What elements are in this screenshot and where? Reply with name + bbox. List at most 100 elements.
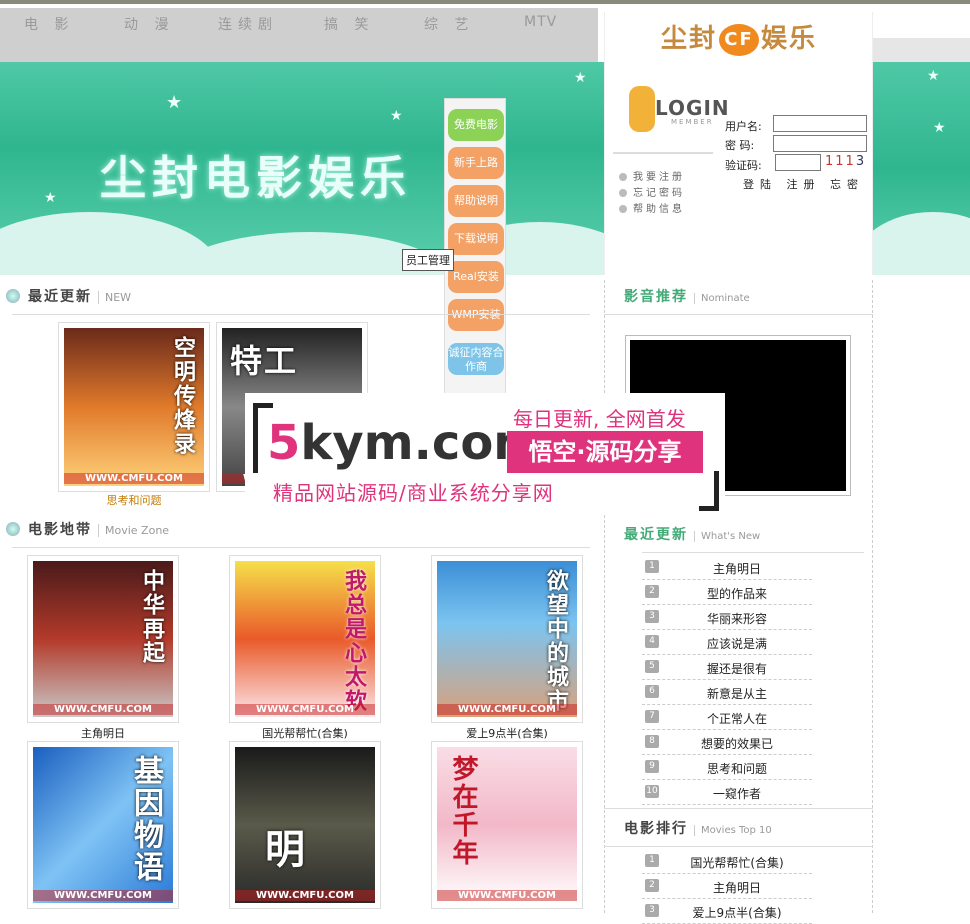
forgot-password-link[interactable]: 忘记密码 [619,184,685,199]
rank-number: 9 [645,760,659,773]
help-button[interactable]: 帮助说明 [448,185,504,217]
latest-item-title[interactable]: 应该说是满 [662,635,812,652]
recent-section-label: 最近更新 [28,289,92,305]
zone-poster-3[interactable]: 欲望中的城市 WWW.CMFU.COM [431,555,583,723]
zone-poster-4[interactable]: 基因物语 WWW.CMFU.COM [27,741,179,909]
promo-domain-number: 5 [267,415,301,471]
logo-mark: CF [719,23,760,56]
star-icon: ★ [574,70,587,86]
star-icon: ★ [44,190,57,206]
help-info-link[interactable]: 帮助信息 [619,200,685,215]
latest-item[interactable]: 2 型的作品来 [642,580,812,605]
rank-number: 1 [645,560,659,573]
real-install-button[interactable]: Real安装 [448,261,504,293]
password-label: 密 码: [725,139,755,152]
free-movies-button[interactable]: 免费电影 [448,109,504,141]
newbie-button[interactable]: 新手上路 [448,147,504,179]
username-label: 用户名: [725,120,762,133]
poster-title: 空明传烽录 [170,336,195,456]
latest-item[interactable]: 1 主角明日 [642,555,812,580]
top-item-title[interactable]: 主角明日 [662,879,812,896]
tooltip: 员工管理 [402,249,454,271]
logo-text-right: 娱乐 [761,24,818,54]
star-icon: ★ [927,68,940,84]
top-en: Movies Top 10 [694,825,772,836]
password-input[interactable] [773,135,867,152]
section-bullet-icon [6,522,20,536]
nav-variety[interactable]: 综 艺 [424,14,474,34]
poster-caption[interactable]: 主角明日 [27,725,179,741]
rank-number: 4 [645,635,659,648]
latest-label: 最近更新 [624,527,688,543]
divider [604,808,873,809]
bracket-decoration [699,471,719,511]
latest-item-title[interactable]: 思考和问题 [662,760,812,777]
poster-caption[interactable]: 思考和问题 [58,492,210,508]
poster-watermark: WWW.CMFU.COM [235,704,375,715]
login-links[interactable]: 登陆 注册 忘密 [743,176,864,192]
latest-item-title[interactable]: 想要的效果已 [662,735,812,752]
top-item[interactable]: 3 爱上9点半(合集) [642,899,812,924]
captcha-label: 验证码: [725,159,762,172]
rank-number: 2 [645,879,659,892]
latest-item[interactable]: 9 思考和问题 [642,755,812,780]
poster-title: 中华再起 [139,569,164,665]
latest-item[interactable]: 7 个正常人在 [642,705,812,730]
latest-item-title[interactable]: 个正常人在 [662,710,812,727]
zone-poster-2[interactable]: 我总是心太软 WWW.CMFU.COM [229,555,381,723]
latest-item-title[interactable]: 握还是很有 [662,660,812,677]
login-panel: 尘封 CF 娱乐 LOGIN MEMBER 用户名: 密 码: 验证码: 1113 … [604,12,873,275]
nav-movies[interactable]: 电 影 [24,14,74,34]
rank-number: 3 [645,610,659,623]
zone-poster-5[interactable]: 明 WWW.CMFU.COM [229,741,381,909]
poster-image: 明 WWW.CMFU.COM [235,747,375,903]
latest-item-title[interactable]: 一窥作者 [662,785,812,802]
nav-mtv[interactable]: MTV [524,14,557,30]
latest-item-title[interactable]: 新意是从主 [662,685,812,702]
nav-series[interactable]: 连续剧 [218,14,278,34]
username-input[interactable] [773,115,867,132]
partner-button[interactable]: 诚征内容合作商 [448,343,504,375]
poster-image: 欲望中的城市 WWW.CMFU.COM [437,561,577,717]
nav-comedy[interactable]: 搞 笑 [324,14,374,34]
poster-title: 明 [265,827,307,873]
zone-poster-1[interactable]: 中华再起 WWW.CMFU.COM [27,555,179,723]
poster-title: 我总是心太软 [341,569,366,713]
divider [642,552,864,553]
promo-overlay[interactable]: 5kym.com 每日更新, 全网首发 悟空·源码分享 精品网站源码/商业系统分… [245,393,725,513]
latest-item[interactable]: 6 新意是从主 [642,680,812,705]
captcha-input[interactable] [775,154,821,171]
captcha-image: 1113 [825,154,866,169]
top-item-title[interactable]: 国光帮帮忙(合集) [662,854,812,871]
recent-poster-1[interactable]: 空明传烽录 WWW.CMFU.COM [58,322,210,492]
latest-item[interactable]: 10 一窥作者 [642,780,812,805]
latest-item[interactable]: 5 握还是很有 [642,655,812,680]
top-item[interactable]: 1 国光帮帮忙(合集) [642,849,812,874]
latest-item-title[interactable]: 华丽来形容 [662,610,812,627]
top-item[interactable]: 2 主角明日 [642,874,812,899]
latest-item[interactable]: 8 想要的效果已 [642,730,812,755]
nav-anime[interactable]: 动 漫 [124,14,174,34]
download-help-button[interactable]: 下载说明 [448,223,504,255]
promo-domain: 5kym.com [267,415,543,471]
recommend-en: Nominate [694,293,750,304]
poster-watermark: WWW.CMFU.COM [64,473,204,484]
rank-number: 3 [645,904,659,917]
latest-item-title[interactable]: 型的作品来 [662,585,812,602]
banner-title: 尘封电影娱乐 [100,151,412,205]
wmp-install-button[interactable]: WMP安装 [448,299,504,331]
movie-zone-en: Movie Zone [98,524,170,537]
zone-poster-6[interactable]: 梦在千年 WWW.CMFU.COM [431,741,583,909]
register-link[interactable]: 我要注册 [619,168,685,183]
latest-item[interactable]: 4 应该说是满 [642,630,812,655]
poster-caption[interactable]: 爱上9点半(合集) [431,725,583,741]
login-subheading: MEMBER [671,118,714,126]
divider [604,846,873,847]
latest-item[interactable]: 3 华丽来形容 [642,605,812,630]
promo-tag: 悟空·源码分享 [507,431,703,473]
latest-item-title[interactable]: 主角明日 [662,560,812,577]
poster-caption[interactable]: 国光帮帮忙(合集) [229,725,381,741]
poster-title: 梦在千年 [448,755,478,867]
poster-title: 基因物语 [128,755,163,883]
section-bullet-icon [6,289,20,303]
